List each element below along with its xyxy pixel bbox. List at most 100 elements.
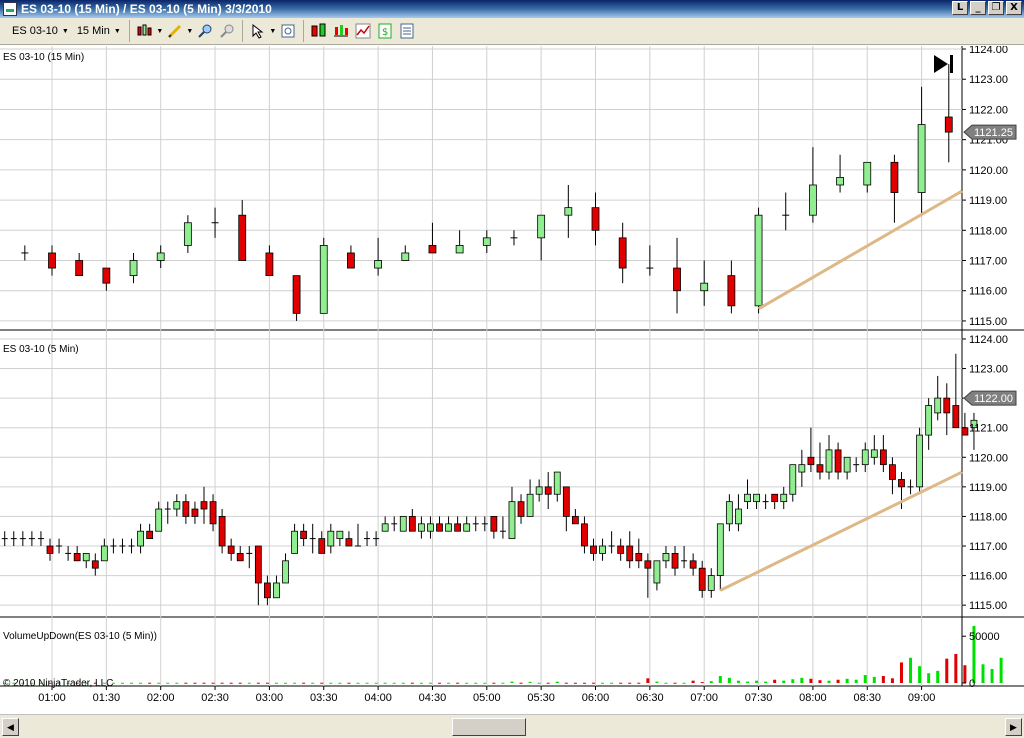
volume-bar [918, 666, 922, 683]
price-tick-label: 1117.00 [969, 541, 1007, 553]
pencil-draw-icon[interactable] [164, 21, 186, 41]
price-tick-label: 1124.00 [969, 334, 1008, 346]
candle-body [399, 516, 407, 532]
volume-bar [827, 680, 831, 683]
volume-bar [166, 682, 170, 684]
tool-group: ▼ ▼ [130, 20, 243, 42]
volume-bar [329, 682, 333, 684]
candle-body [490, 516, 498, 532]
volume-bar [220, 682, 224, 684]
candle-body [934, 397, 942, 414]
price-tick-label: 1119.00 [969, 482, 1007, 494]
volume-bar [890, 678, 894, 683]
candle-body [265, 252, 274, 277]
candle-body [780, 493, 788, 503]
candle-body [753, 493, 760, 503]
candle-body [809, 184, 817, 216]
volume-bar [601, 682, 605, 684]
volume-bar [990, 668, 994, 683]
time-label: 06:30 [636, 692, 664, 704]
candle-body [517, 501, 525, 517]
candle-body [454, 523, 462, 532]
candlestick-icon[interactable] [134, 21, 156, 41]
candle-body [200, 501, 208, 510]
volume-bar [863, 675, 867, 683]
zoom-in-icon[interactable] [194, 21, 216, 41]
window-titlebar[interactable]: ES 03-10 (15 Min) / ES 03-10 (5 Min) 3/3… [0, 0, 1024, 18]
dollar-icon[interactable]: $ [374, 21, 396, 41]
volume-bar [202, 682, 206, 684]
candle-body [870, 449, 878, 458]
data-box-icon[interactable] [308, 21, 330, 41]
pointer-group: ▼ [243, 20, 304, 42]
volume-bar [392, 682, 396, 684]
volume-bar [528, 681, 532, 683]
horizontal-scrollbar[interactable]: ◀ ▶ [0, 714, 1024, 738]
instrument-selector[interactable]: ES 03-10 ▼ 15 Min ▼ [4, 20, 130, 42]
candle-body [209, 501, 217, 525]
candle-body [408, 516, 416, 532]
properties-icon[interactable] [396, 21, 418, 41]
volume-bar [410, 682, 414, 684]
indicators-icon[interactable] [330, 21, 352, 41]
candle-body [725, 501, 733, 525]
link-button[interactable]: L [952, 1, 968, 15]
time-label: 01:00 [38, 692, 66, 704]
last-price-label: 1122.00 [974, 393, 1013, 405]
volume-bar [936, 670, 940, 683]
candle-body [599, 545, 606, 554]
volume-bar [465, 682, 469, 684]
chevron-down-icon[interactable]: ▼ [186, 21, 194, 41]
volume-bar [383, 682, 387, 684]
chevron-down-icon[interactable]: ▼ [156, 21, 164, 41]
volume-bar [320, 682, 324, 684]
volume-bar [791, 679, 795, 683]
top-panel-label: ES 03-10 (15 Min) [3, 52, 84, 63]
candle-body [292, 275, 301, 314]
price-tick-label: 1118.00 [969, 225, 1007, 237]
candle-body [347, 252, 355, 269]
candle-body [834, 449, 842, 473]
instrument-dropdown[interactable]: ES 03-10 ▼ [8, 25, 73, 37]
cursor-icon[interactable] [247, 21, 269, 41]
price-tick-label: 1120.00 [969, 452, 1008, 464]
chart-area[interactable]: 1115.00 1116.00 1117.00 1118.00 1119.00 1120.… [0, 46, 1024, 714]
volume-bar [700, 682, 704, 684]
window-title: ES 03-10 (15 Min) / ES 03-10 (5 Min) 3/3… [21, 2, 272, 16]
close-button[interactable]: X [1006, 1, 1022, 15]
scroll-left-arrow-icon[interactable]: ◀ [2, 718, 19, 736]
minimize-button[interactable]: _ [970, 1, 986, 15]
candle-body [653, 560, 661, 584]
restore-button[interactable]: ❐ [988, 1, 1004, 15]
volume-bar [800, 677, 804, 683]
zoom-out-icon[interactable] [216, 21, 238, 41]
magnify-icon[interactable] [277, 21, 299, 41]
interval-dropdown[interactable]: 15 Min ▼ [73, 25, 125, 37]
volume-bar [274, 682, 278, 684]
volume-bar [510, 681, 514, 683]
volume-bar [592, 682, 595, 684]
chevron-down-icon[interactable]: ▼ [269, 21, 277, 41]
volume-panel-label: VolumeUpDown(ES 03-10 (5 Min)) [3, 631, 157, 642]
candle-body [581, 523, 588, 547]
time-label: 02:00 [147, 692, 175, 704]
scroll-right-arrow-icon[interactable]: ▶ [1005, 718, 1022, 736]
time-label: 05:00 [473, 692, 501, 704]
price-tick-label: 1118.00 [969, 511, 1007, 523]
volume-bar [818, 680, 822, 683]
time-label: 02:30 [201, 692, 229, 704]
strategies-icon[interactable] [352, 21, 374, 41]
volume-bar [836, 679, 840, 683]
chart-canvas[interactable]: 1115.00 1116.00 1117.00 1118.00 1119.00 1120.… [0, 46, 1024, 714]
volume-bar [945, 658, 949, 683]
price-tick-label: 1120.00 [969, 165, 1008, 177]
volume-bar [573, 682, 577, 684]
candle-body [173, 501, 181, 510]
candle-body [644, 560, 652, 569]
scrollbar-thumb[interactable] [452, 718, 526, 736]
candle-body [836, 177, 844, 186]
volume-bar [999, 657, 1003, 683]
volume-bar [628, 682, 632, 684]
candle-body [744, 493, 751, 503]
time-label: 03:30 [310, 692, 338, 704]
